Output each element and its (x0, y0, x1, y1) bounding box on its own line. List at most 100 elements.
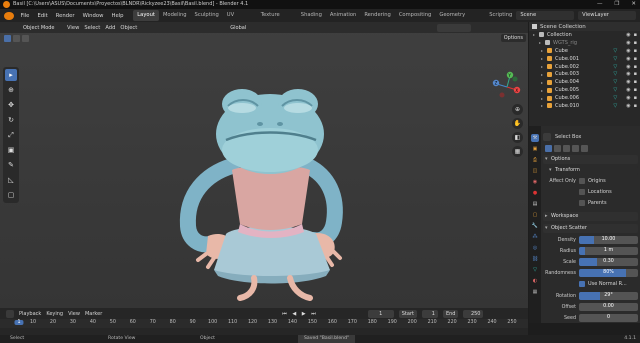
playback-controls[interactable]: ⏮ ◀ ▶ ⏭ (282, 311, 317, 317)
maximize-button[interactable]: ❐ (614, 0, 619, 9)
grid-perspective-icon[interactable]: ▦ (512, 146, 523, 157)
mode-selector[interactable]: Object Mode (20, 23, 62, 32)
scene-tab-icon[interactable]: ◉ (531, 178, 539, 186)
mode-new-icon[interactable] (545, 145, 552, 152)
origins-checkbox[interactable] (579, 178, 585, 184)
tool-tab-icon[interactable]: ⚒ (531, 134, 539, 142)
physics-tab-icon[interactable]: ◎ (531, 244, 539, 252)
options-section[interactable]: Options (543, 155, 638, 164)
outliner-row[interactable]: ▸ Cube.010 ▽ ◉ ▪ (529, 102, 640, 110)
select-mode-icon[interactable] (4, 34, 11, 42)
frog-character-model[interactable] (170, 74, 370, 304)
visibility-eye-icon[interactable]: ◉ (626, 87, 630, 93)
mesh-data-icon[interactable]: ▽ (613, 48, 617, 54)
particles-tab-icon[interactable]: ⁂ (531, 233, 539, 241)
mesh-data-icon[interactable]: ▽ (613, 87, 617, 93)
visibility-eye-icon[interactable]: ◉ (626, 79, 630, 85)
menu-help[interactable]: Help (107, 13, 127, 19)
shading-buttons[interactable] (437, 23, 472, 32)
outliner-row[interactable]: ▸ Cube.002 ▽ ◉ ▪ (529, 63, 640, 71)
3d-viewport[interactable]: Object Mode View Select Add Object Globa… (0, 22, 528, 308)
rotate-tool-icon[interactable]: ↻ (5, 114, 17, 126)
menu-timeline-view[interactable]: View (68, 311, 80, 317)
mesh-data-icon[interactable]: ▽ (613, 56, 617, 62)
annotate-tool-icon[interactable]: ✎ (5, 159, 17, 171)
tab-scripting[interactable]: Scripting (485, 10, 516, 21)
offset-field[interactable]: 0.00 (579, 303, 638, 311)
visibility-eye-icon[interactable]: ◉ (626, 48, 630, 54)
orientation-selector[interactable]: Global (227, 23, 258, 32)
scene-selector[interactable]: Scene (516, 11, 575, 20)
menu-object[interactable]: Object (120, 25, 137, 31)
tab-geometry-nodes[interactable]: Geometry Nodes (435, 10, 485, 29)
mesh-data-icon[interactable]: ▽ (613, 79, 617, 85)
mesh-data-icon[interactable]: ▽ (613, 103, 617, 109)
menu-edit[interactable]: Edit (33, 13, 51, 19)
camera-icon[interactable]: ◧ (512, 132, 523, 143)
current-frame-field[interactable]: 1 (367, 309, 394, 318)
zoom-icon[interactable]: ⊕ (512, 104, 523, 115)
scale-tool-icon[interactable]: ⤢ (5, 129, 17, 141)
visibility-eye-icon[interactable]: ◉ (626, 40, 630, 46)
render-camera-icon[interactable]: ▪ (634, 71, 637, 77)
navigation-gizmo[interactable]: X Y Z (490, 70, 524, 104)
menu-file[interactable]: File (17, 13, 34, 19)
collection-tab-icon[interactable]: ▤ (531, 200, 539, 208)
menu-add[interactable]: Add (105, 25, 115, 31)
tab-layout[interactable]: Layout (133, 10, 159, 21)
menu-window[interactable]: Window (79, 13, 108, 19)
timeline-editor-type-icon[interactable] (6, 309, 14, 318)
scale-field[interactable]: 0.30 (579, 258, 638, 266)
seed-field[interactable]: 0 (579, 314, 638, 322)
add-cube-tool-icon[interactable]: ▢ (5, 189, 17, 201)
visibility-eye-icon[interactable]: ◉ (626, 64, 630, 70)
menu-marker[interactable]: Marker (85, 311, 102, 317)
mode-extend-icon[interactable] (554, 145, 561, 152)
select-extend-icon[interactable] (13, 34, 20, 42)
locations-checkbox[interactable] (579, 189, 585, 195)
render-camera-icon[interactable]: ▪ (634, 48, 637, 54)
output-tab-icon[interactable]: ⎙ (531, 156, 539, 164)
render-camera-icon[interactable]: ▪ (634, 103, 637, 109)
rotation-field[interactable]: 29° (579, 292, 638, 300)
tab-shading[interactable]: Shading (297, 10, 326, 21)
tab-rendering[interactable]: Rendering (360, 10, 395, 21)
outliner-row[interactable]: ▸ Cube.003 ▽ ◉ ▪ (529, 70, 640, 78)
blender-menu-icon[interactable] (4, 11, 14, 20)
tab-compositing[interactable]: Compositing (395, 10, 436, 21)
frame-ruler[interactable]: 1 10 20 30 40 50 60 70 80 90 100 110 120 130 140 150 160… (0, 319, 528, 328)
texture-tab-icon[interactable]: ▦ (531, 288, 539, 296)
tab-uv-editing[interactable]: UV Editing (223, 10, 257, 29)
view-layer-selector[interactable]: ViewLayer (578, 11, 636, 20)
outliner-row[interactable]: ▸ Cube.006 ▽ ◉ ▪ (529, 94, 640, 102)
material-tab-icon[interactable]: ◐ (531, 277, 539, 285)
workspace-section[interactable]: Workspace (543, 212, 638, 221)
render-camera-icon[interactable]: ▪ (634, 87, 637, 93)
visibility-eye-icon[interactable]: ◉ (626, 103, 630, 109)
measure-tool-icon[interactable]: ◺ (5, 174, 17, 186)
mesh-data-icon[interactable]: ▽ (613, 95, 617, 101)
object-tab-icon[interactable]: ▢ (531, 211, 539, 219)
mesh-data-icon[interactable]: ▽ (613, 71, 617, 77)
render-tab-icon[interactable]: ▣ (531, 145, 539, 153)
render-camera-icon[interactable]: ▪ (634, 79, 637, 85)
render-camera-icon[interactable]: ▪ (634, 56, 637, 62)
end-frame-field[interactable]: 250 (463, 309, 484, 318)
visibility-eye-icon[interactable]: ◉ (626, 71, 630, 77)
tab-texture-paint[interactable]: Texture Paint (257, 10, 297, 29)
outliner-row[interactable]: ▸ Cube.005 ▽ ◉ ▪ (529, 86, 640, 94)
mode-invert-icon[interactable] (572, 145, 579, 152)
transform-subsection[interactable]: Transform (547, 166, 638, 175)
outliner-row[interactable]: ▸ Cube.001 ▽ ◉ ▪ (529, 55, 640, 63)
move-tool-icon[interactable]: ✥ (5, 99, 17, 111)
menu-playback[interactable]: Playback (19, 311, 41, 317)
render-camera-icon[interactable]: ▪ (634, 40, 637, 46)
mode-intersect-icon[interactable] (581, 145, 588, 152)
parents-checkbox[interactable] (579, 200, 585, 206)
visibility-eye-icon[interactable]: ◉ (626, 95, 630, 101)
radius-field[interactable]: 1 m (579, 247, 638, 255)
view-layer-tab-icon[interactable]: ◫ (531, 167, 539, 175)
menu-select[interactable]: Select (84, 25, 100, 31)
outliner-row[interactable]: ▸ Collection ◉ ▪ (529, 31, 640, 39)
render-camera-icon[interactable]: ▪ (634, 95, 637, 101)
